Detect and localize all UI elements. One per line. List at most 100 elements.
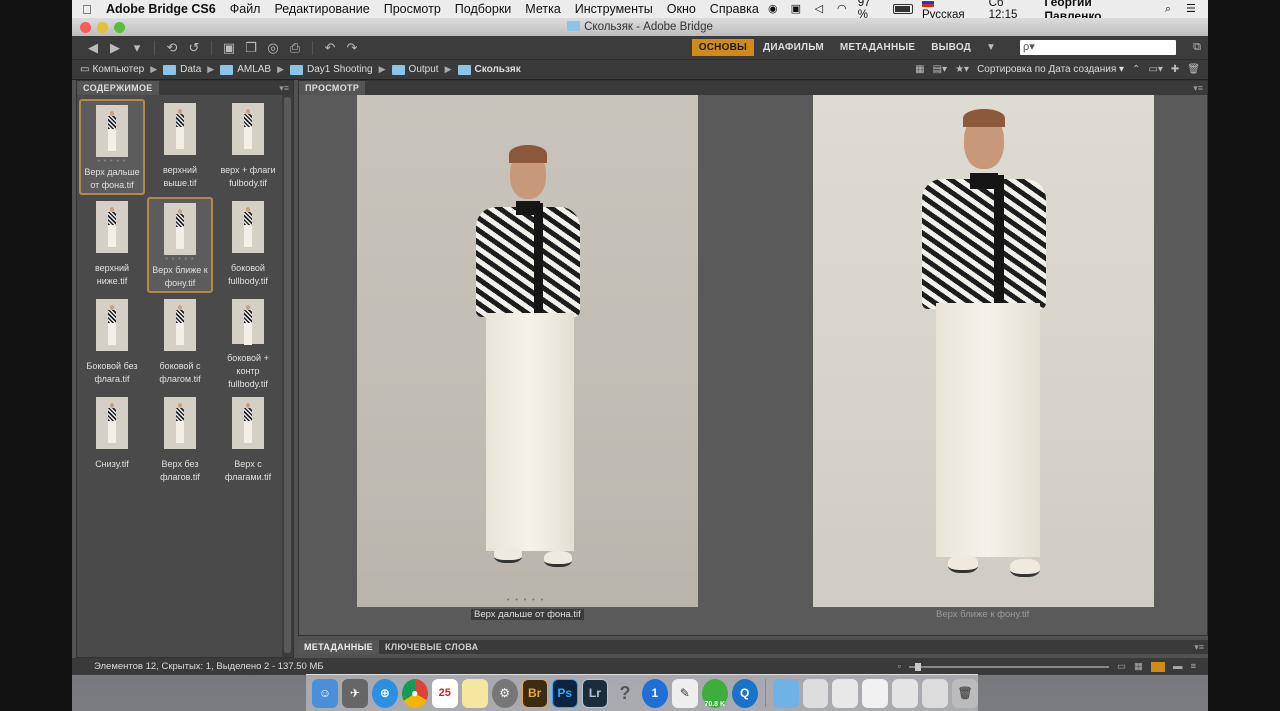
forward-button[interactable]: ▶ [104, 40, 126, 56]
thumbnail-item[interactable]: боковой с флагом.tif [147, 295, 213, 391]
workspace-filmstrip[interactable]: ДИАФИЛЬМ [756, 39, 831, 56]
quicktime-icon[interactable]: Q [731, 678, 758, 708]
photoshop-icon[interactable]: Ps [551, 678, 578, 708]
panel-menu-icon[interactable]: ▾≡ [1194, 642, 1208, 653]
zoom-out-icon[interactable]: ▫ [898, 661, 901, 672]
breadcrumb-data[interactable]: Data ▶ [163, 64, 220, 75]
document-stack-icon[interactable] [802, 678, 829, 708]
menu-tools[interactable]: Инструменты [568, 2, 660, 16]
search-input[interactable]: ρ▾ [1020, 40, 1176, 55]
boomerang-icon[interactable]: ↺ [183, 40, 205, 56]
safari-icon[interactable]: ⊕ [371, 678, 398, 708]
thumbnail-image[interactable] [232, 299, 264, 345]
1password-icon[interactable]: 1 [641, 678, 668, 708]
document-stack-icon[interactable] [922, 678, 949, 708]
launchpad-icon[interactable]: ✈ [341, 678, 368, 708]
rating-dots[interactable]: • • • • • [165, 255, 194, 264]
notes-icon[interactable] [461, 678, 488, 708]
rotate-left-icon[interactable]: ↶ [319, 40, 341, 56]
workspace-output[interactable]: ВЫВОД [924, 39, 978, 56]
menu-edit[interactable]: Редактирование [267, 2, 376, 16]
wifi-icon[interactable]: ◠ [835, 3, 849, 15]
rating-dots[interactable]: • • • • • [97, 157, 126, 166]
compact-mode-icon[interactable]: ⧉ [1186, 41, 1208, 54]
thumbnail-item[interactable]: боковой + контр fullbody.tif [215, 295, 281, 391]
preview-image-2[interactable] [813, 95, 1154, 607]
workspace-dropdown-icon[interactable]: ▼ [980, 42, 1002, 53]
reveal-recent-icon[interactable]: ⟲ [161, 40, 183, 56]
app-menu[interactable]: Adobe Bridge CS6 [102, 2, 223, 16]
breadcrumb-day1-shooting[interactable]: Day1 Shooting ▶ [290, 64, 392, 75]
document-stack-icon[interactable] [892, 678, 919, 708]
document-stack-icon[interactable] [832, 678, 859, 708]
breadcrumb-output[interactable]: Output ▶ [391, 64, 458, 75]
breadcrumb-amlab[interactable]: AMLAB ▶ [220, 64, 290, 75]
breadcrumb-current-folder[interactable]: Скользяк [457, 64, 521, 75]
thumbnail-image[interactable] [96, 397, 128, 449]
spotlight-search-icon[interactable]: ⌕ [1161, 3, 1175, 15]
evernote-icon[interactable]: ▣ [789, 3, 803, 15]
thumbnail-image[interactable] [164, 299, 196, 351]
thumbnail-item[interactable]: верхний ниже.tif [79, 197, 145, 293]
thumbnail-image[interactable] [232, 103, 264, 155]
content-scrollbar[interactable] [282, 95, 293, 657]
thumbnail-size-slider[interactable] [908, 662, 1109, 671]
thumbnail-image[interactable] [96, 105, 128, 157]
trash-icon[interactable]: 🗑 [952, 678, 979, 708]
thumbnail-image[interactable] [164, 203, 196, 255]
sort-direction-icon[interactable]: ⌃ [1132, 64, 1140, 75]
chrome-icon[interactable]: ● [401, 678, 428, 708]
menu-label[interactable]: Метка [518, 2, 568, 16]
thumbnail-item[interactable]: верх + флаги fulbody.tif [215, 99, 281, 195]
view-thumbnails-button[interactable] [1150, 661, 1165, 672]
thumbnail-item[interactable]: Снизу.tif [79, 393, 145, 489]
view-list-icon[interactable]: ≡ [1190, 661, 1196, 672]
document-stack-icon[interactable] [862, 678, 889, 708]
new-folder-icon[interactable]: ✚ [1171, 64, 1179, 75]
thumbnail-item[interactable]: боковой fullbody.tif [215, 197, 281, 293]
thumbnail-item[interactable]: Верх с флагами.tif [215, 393, 281, 489]
thumbnail-item[interactable]: • • • • • Верх ближе к фону.tif [147, 197, 213, 293]
open-in-camera-raw-icon[interactable]: ◎ [262, 40, 284, 56]
workspace-essentials[interactable]: ОСНОВЫ [691, 39, 754, 56]
thumbnail-image[interactable] [164, 397, 196, 449]
slider-knob[interactable] [914, 662, 921, 671]
breadcrumb-computer[interactable]: ▭ Компьютер ▶ [80, 64, 163, 75]
help-icon[interactable]: ? [612, 679, 638, 708]
notification-center-icon[interactable]: ☰ [1184, 3, 1198, 15]
filter-rating-icon[interactable]: ★▾ [955, 64, 969, 75]
calendar-icon[interactable]: 25 [431, 678, 458, 708]
sort-dropdown[interactable]: Сортировка по Дата создания ▾ [977, 64, 1124, 75]
menu-window[interactable]: Окно [660, 2, 703, 16]
tab-preview[interactable]: ПРОСМОТР [299, 81, 366, 95]
menu-file[interactable]: Файл [223, 2, 268, 16]
lock-grid-icon[interactable]: ▦ [1134, 661, 1143, 672]
thumbnail-item[interactable]: Верх без флагов.tif [147, 393, 213, 489]
menu-help[interactable]: Справка [703, 2, 766, 16]
preview-image-1[interactable] [357, 95, 698, 607]
refine-icon[interactable]: ❐ [240, 40, 262, 56]
thumbnail-image[interactable] [96, 299, 128, 351]
zoom-in-icon[interactable]: ▭ [1117, 661, 1126, 672]
bridge-app-icon[interactable]: Br [521, 678, 548, 708]
system-preferences-icon[interactable]: ⚙ [491, 678, 518, 708]
utorrent-icon[interactable]: 70.8 K [701, 678, 728, 708]
apple-menu-icon[interactable]:  [72, 2, 102, 17]
back-button[interactable]: ◀ [82, 40, 104, 56]
thumbnail-item[interactable]: • • • • • Верх дальше от фона.tif [79, 99, 145, 195]
panel-menu-icon[interactable]: ▾≡ [279, 83, 293, 94]
sync-icon[interactable]: ◉ [766, 3, 780, 15]
quality-options-icon[interactable]: ▦ [915, 64, 924, 75]
thumbnail-image[interactable] [164, 103, 196, 155]
tab-content[interactable]: СОДЕРЖИМОЕ [77, 81, 159, 95]
thumbnail-image[interactable] [96, 201, 128, 253]
view-details-icon[interactable]: ▬ [1173, 661, 1183, 672]
thumbnail-image[interactable] [232, 201, 264, 253]
history-dropdown[interactable]: ▾ [126, 40, 148, 56]
workspace-metadata[interactable]: МЕТАДАННЫЕ [833, 39, 922, 56]
battery-icon[interactable] [892, 4, 913, 14]
downloads-folder-icon[interactable] [772, 678, 799, 708]
thumbnail-item[interactable]: Боковой без флага.tif [79, 295, 145, 391]
lightroom-icon[interactable]: Lr [581, 678, 608, 708]
open-recent-icon[interactable]: ▭▾ [1148, 64, 1162, 75]
